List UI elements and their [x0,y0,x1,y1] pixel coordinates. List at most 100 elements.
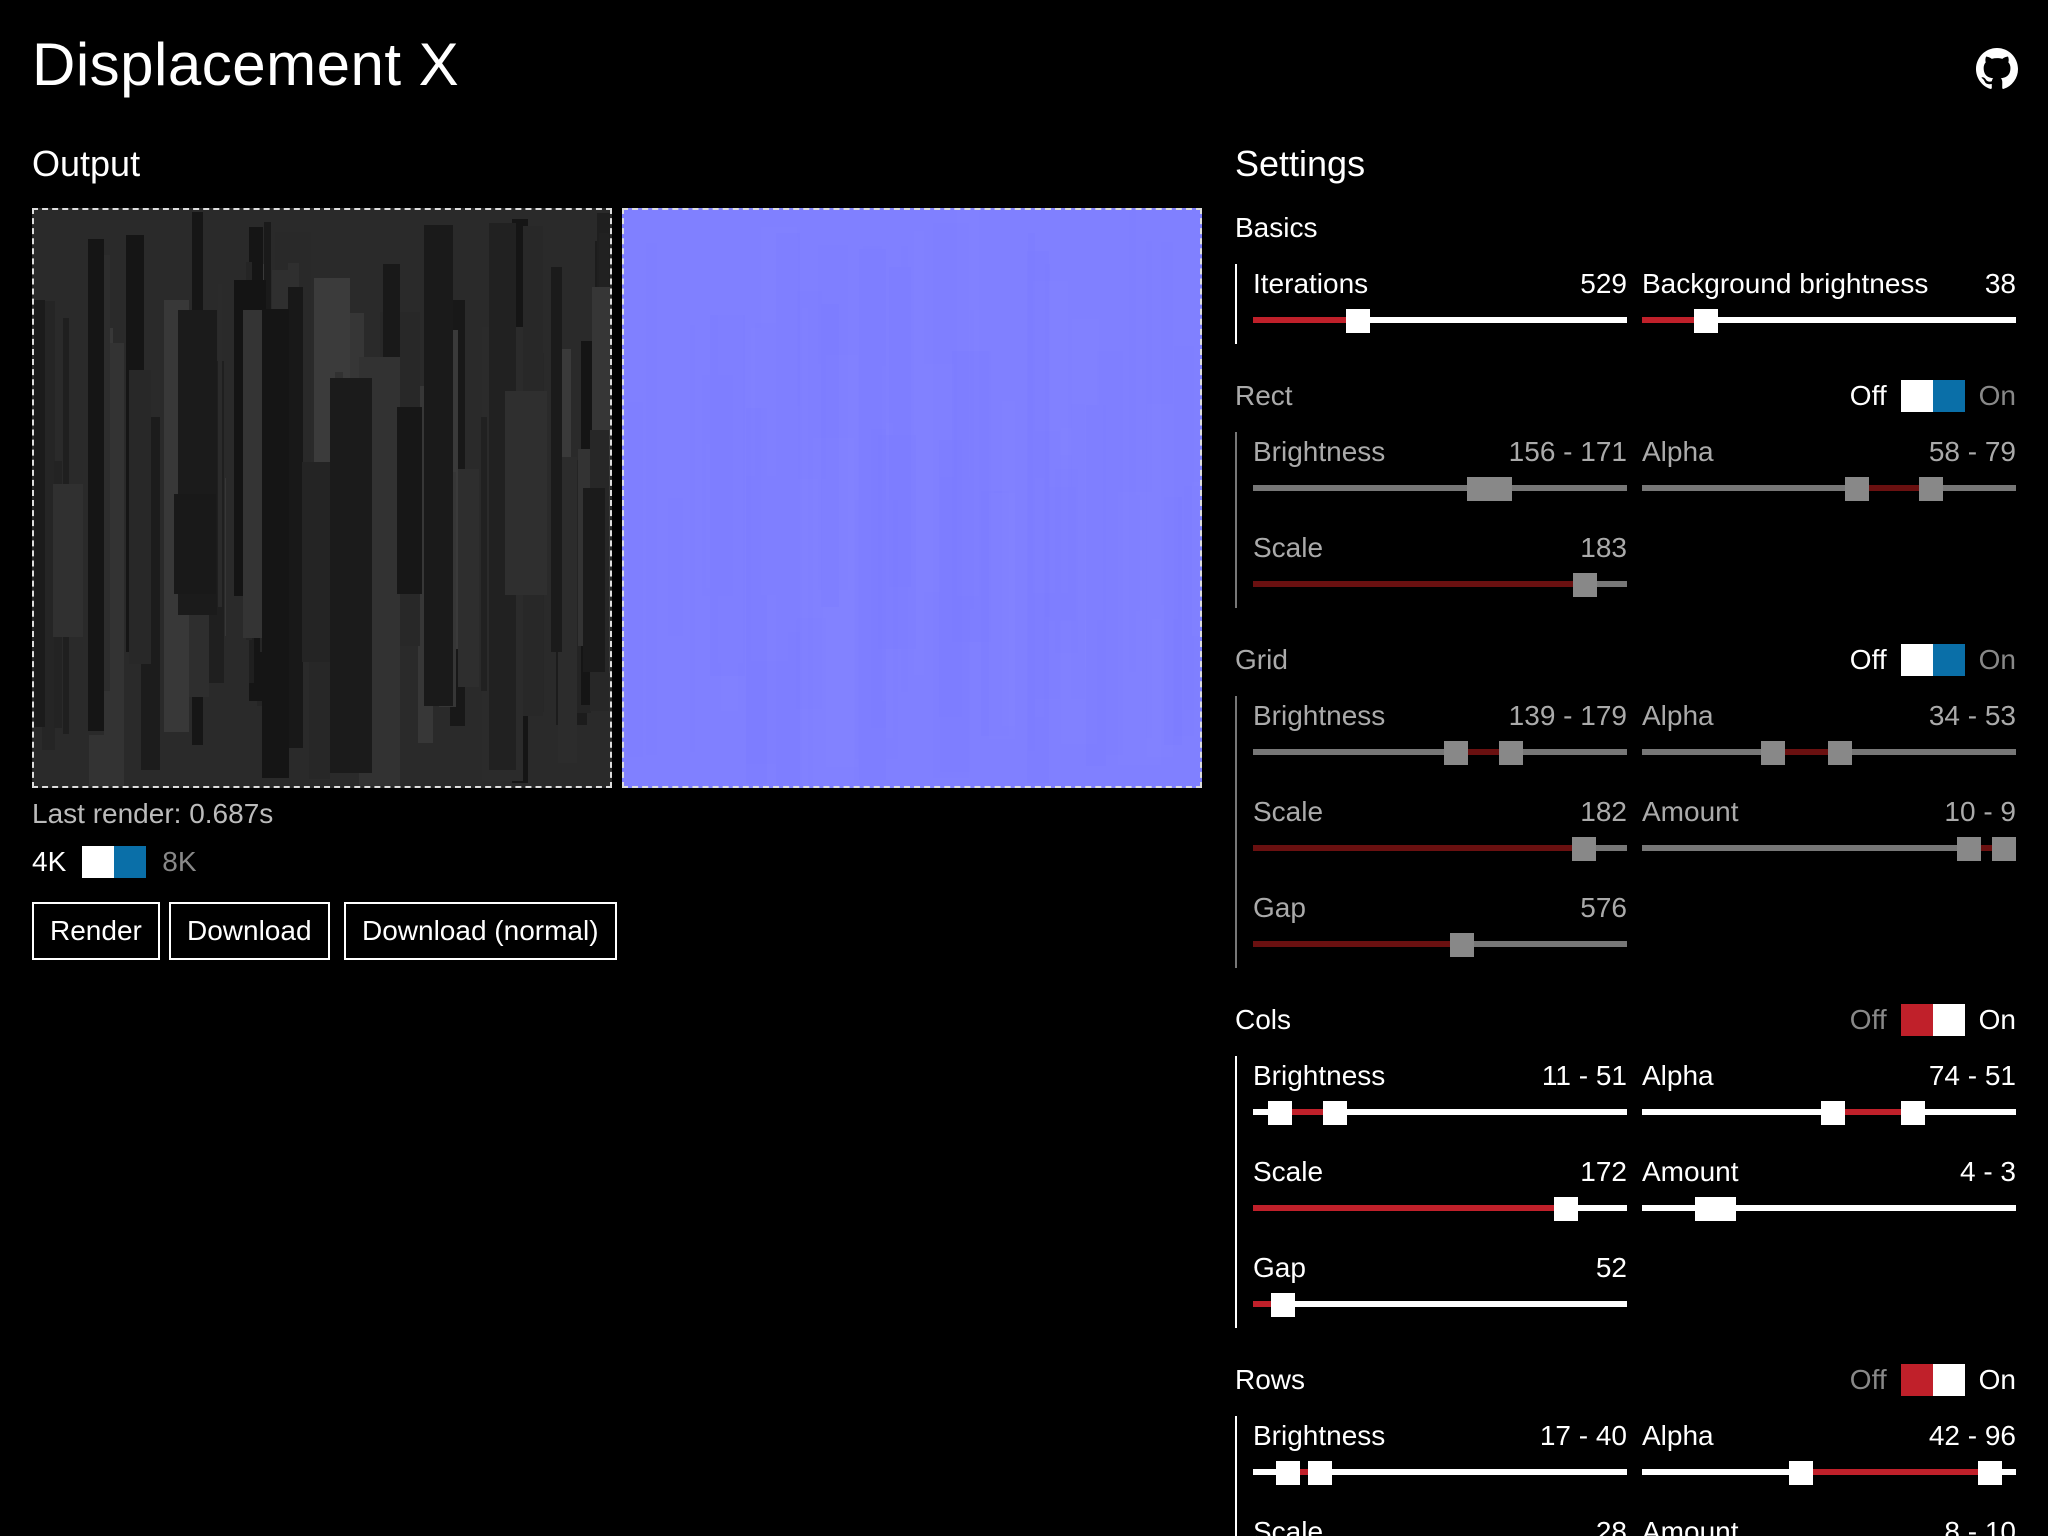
slider-thumb-end[interactable] [1978,1461,2002,1485]
rows-scale-label: Scale [1253,1516,1324,1536]
grid-gap-value: 576 [1580,892,1627,923]
slider-thumb-end[interactable] [1827,741,1852,765]
background-brightness-slider[interactable]: Background brightness 38 [1642,266,2016,356]
grid-gap-slider[interactable]: Gap 576 [1253,890,1627,980]
cols-alpha-slider[interactable]: Alpha 74 - 51 [1642,1058,2016,1148]
slider-thumb-start[interactable] [1761,741,1785,765]
rect-alpha-label: Alpha [1642,436,1714,467]
rows-amount-slider[interactable]: Amount 8 - 10 [1642,1514,2016,1536]
slider-thumb-start[interactable] [1901,1101,1925,1125]
grid-enable-toggle[interactable] [1900,644,1965,676]
slider-thumb-end[interactable] [1323,1101,1347,1125]
grid-section-label: Grid [1235,644,1288,675]
rect-brightness-slider[interactable]: Brightness 156 - 171 [1253,434,1627,524]
slider-thumb[interactable] [1270,1293,1295,1317]
texture-stripe [218,284,222,607]
rows-alpha-value: 42 - 96 [1928,1420,2016,1451]
resolution-toggle[interactable] [82,846,147,878]
grid-alpha-label: Alpha [1642,700,1714,731]
slider-thumb-start[interactable] [1789,1461,1813,1485]
texture-stripe [551,267,562,652]
rows-enable-toggle[interactable] [1900,1364,1965,1396]
slider-thumb-end[interactable] [1498,741,1523,765]
texture-stripe [53,484,83,637]
rows-off-label: Off [1849,1364,1887,1395]
texture-stripe [330,378,372,773]
slider-thumb-start[interactable] [1443,741,1468,765]
rect-enable-toggle-row: Off On [1850,378,2016,414]
slider-thumb-end[interactable] [1918,477,1943,501]
grid-alpha-value: 34 - 53 [1928,700,2016,731]
rows-brightness-slider[interactable]: Brightness 17 - 40 [1253,1418,1627,1508]
download-normal-button[interactable]: Download (normal) [344,902,617,960]
slider-thumb[interactable] [1573,573,1598,597]
slider-thumb-start[interactable] [1268,1101,1293,1125]
resolution-toggle-row: 4K 8K [32,844,197,880]
texture-stripe [1078,342,1103,620]
grid-amount-slider[interactable]: Amount 10 - 9 [1642,794,2016,884]
cols-brightness-label: Brightness [1253,1060,1386,1091]
rect-brightness-value: 156 - 171 [1508,436,1627,467]
slider-thumb[interactable] [1554,1197,1578,1221]
rows-amount-value: 8 - 10 [1944,1516,2016,1536]
cols-gap-slider[interactable]: Gap 52 [1253,1250,1627,1340]
rect-on-label: On [1978,380,2016,411]
texture-stripe [821,304,839,607]
rows-alpha-slider[interactable]: Alpha 42 - 96 [1642,1418,2016,1508]
texture-stripe [505,391,547,595]
rect-scale-slider[interactable]: Scale 183 [1253,530,1627,620]
grid-amount-label: Amount [1642,796,1739,827]
rows-alpha-label: Alpha [1642,1420,1714,1451]
texture-stripe [88,239,104,731]
rect-brightness-label: Brightness [1253,436,1386,467]
rows-brightness-label: Brightness [1253,1420,1386,1451]
slider-thumb[interactable] [1449,933,1474,957]
rect-off-label: Off [1849,380,1887,411]
texture-stripe [583,488,605,672]
grid-divider [1235,696,1237,968]
slider-thumb-end[interactable] [1820,1101,1845,1125]
slider-thumb-start[interactable] [1845,477,1869,501]
basics-divider [1235,264,1237,344]
rect-enable-toggle[interactable] [1900,380,1965,412]
cols-section-label: Cols [1235,1004,1292,1035]
texture-stripe [458,469,479,687]
texture-stripe [1136,272,1178,619]
rect-alpha-slider[interactable]: Alpha 58 - 79 [1642,434,2016,524]
github-icon[interactable] [1976,48,2018,90]
rect-scale-label: Scale [1253,532,1324,563]
cols-scale-label: Scale [1253,1156,1324,1187]
grid-brightness-slider[interactable]: Brightness 139 - 179 [1253,698,1627,788]
app-title: Displacement X [32,31,460,98]
slider-thumb-end[interactable] [1487,477,1512,501]
slider-thumb-end[interactable] [1307,1461,1332,1485]
cols-brightness-slider[interactable]: Brightness 11 - 51 [1253,1058,1627,1148]
rect-divider [1235,432,1237,608]
render-button[interactable]: Render [32,902,160,960]
rows-divider [1235,1416,1237,1536]
iterations-slider[interactable]: Iterations 529 [1253,266,1627,356]
cols-gap-value: 52 [1595,1252,1627,1283]
slider-thumb[interactable] [1571,837,1596,861]
download-button[interactable]: Download [169,902,330,960]
slider-thumb-start[interactable] [1276,1461,1301,1485]
texture-stripe [690,325,695,752]
cols-amount-slider[interactable]: Amount 4 - 3 [1642,1154,2016,1244]
grid-alpha-slider[interactable]: Alpha 34 - 53 [1642,698,2016,788]
slider-thumb-end[interactable] [1957,837,1981,861]
rows-scale-slider[interactable]: Scale 28 [1253,1514,1627,1536]
grid-brightness-label: Brightness [1253,700,1386,731]
slider-thumb[interactable] [1345,309,1370,333]
grid-scale-slider[interactable]: Scale 182 [1253,794,1627,884]
texture-stripe [989,308,994,770]
cols-enable-toggle[interactable] [1900,1004,1965,1036]
last-render-time: Last render: 0.687s [32,798,274,829]
texture-stripe [863,246,882,653]
slider-thumb[interactable] [1694,309,1719,333]
texture-stripe [397,407,422,594]
texture-stripe [952,351,991,642]
cols-scale-slider[interactable]: Scale 172 [1253,1154,1627,1244]
cols-alpha-label: Alpha [1642,1060,1714,1091]
slider-thumb-start[interactable] [1992,837,2016,861]
slider-thumb-end[interactable] [1694,1197,1719,1221]
